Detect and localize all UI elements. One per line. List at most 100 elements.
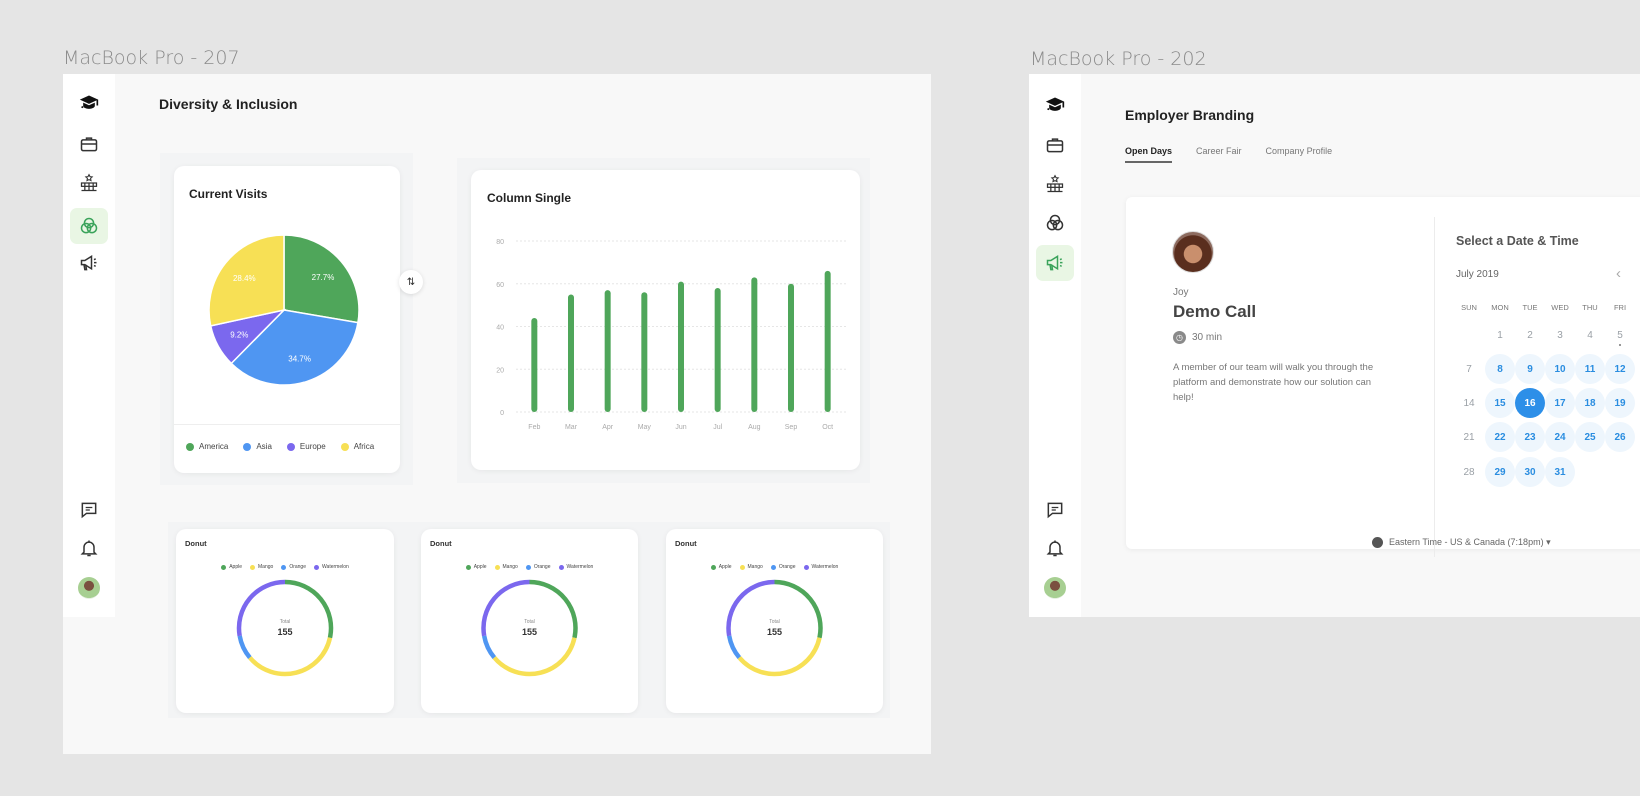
team-hierarchy-icon (1045, 174, 1065, 194)
donut-segment-orange[interactable] (726, 635, 742, 660)
calendar-day: 14 (1463, 397, 1475, 409)
legend-item-asia[interactable]: Asia (243, 442, 272, 451)
legend-item-mango[interactable]: Mango (739, 564, 763, 570)
bar-jun[interactable] (678, 281, 684, 412)
calendar-day[interactable]: 15 (1485, 388, 1515, 418)
user-avatar[interactable] (1036, 570, 1074, 606)
toggle-handle[interactable]: ⇅ (399, 270, 423, 294)
legend-item-watermelon[interactable]: Watermelon (558, 564, 593, 570)
bar-oct[interactable] (824, 270, 831, 412)
timezone-select[interactable]: Eastern Time - US & Canada (7:18pm) ▾ (1372, 537, 1551, 548)
legend-item-mango[interactable]: Mango (250, 564, 273, 570)
sidebar-item-jobs[interactable] (1036, 127, 1074, 163)
legend-item-africa[interactable]: Africa (340, 442, 375, 451)
sidebar-item-notifications[interactable] (1036, 530, 1074, 566)
sidebar-item-branding[interactable] (1036, 245, 1074, 281)
y-tick-label: 40 (496, 325, 504, 332)
donut-segment-orange[interactable] (237, 635, 252, 660)
legend-marker (558, 564, 564, 570)
calendar-day[interactable]: 22 (1485, 422, 1515, 452)
x-tick-label: Feb (528, 424, 540, 431)
donut-chart: Total 155 (481, 579, 578, 677)
pie-data-label: 27.7% (312, 273, 335, 282)
legend-item-apple[interactable]: Apple (465, 564, 487, 570)
calendar-day[interactable]: 12 (1605, 354, 1635, 384)
y-tick-label: 80 (496, 239, 504, 246)
legend-item-orange[interactable]: Orange (770, 564, 796, 570)
donut-card: Donut Apple Mango Orange Watermelon Total 155 (421, 529, 638, 713)
bell-icon (79, 538, 99, 558)
legend-item-mango[interactable]: Mango (494, 564, 518, 570)
graduation-cap-icon (1045, 95, 1065, 115)
calendar-day[interactable]: 11 (1575, 354, 1605, 384)
calendar-day[interactable]: 30 (1515, 457, 1545, 487)
calendar-day: 1 (1497, 329, 1503, 341)
calendar-day-selected[interactable]: 16 (1515, 388, 1545, 418)
legend-item-apple[interactable]: Apple (710, 564, 732, 570)
sidebar-item-diversity[interactable] (1036, 205, 1074, 241)
bar-jul[interactable] (714, 288, 721, 412)
frame-label: MacBook Pro - 207 (63, 47, 240, 69)
calendar-day[interactable]: 24 (1545, 422, 1575, 452)
pie-chart: 27.7% 34.7% 9.2% 28.4% (208, 234, 360, 386)
sidebar-item-team[interactable] (1036, 166, 1074, 202)
bar-mar[interactable] (568, 294, 574, 412)
legend-item-europe[interactable]: Europe (286, 442, 326, 451)
calendar-day[interactable]: 29 (1485, 457, 1515, 487)
bar-feb[interactable] (531, 317, 538, 412)
sidebar-item-notifications[interactable] (70, 530, 108, 566)
weekday-header: TUE (1522, 303, 1538, 312)
weekday-header: SUN (1461, 303, 1477, 312)
legend-label: Africa (353, 442, 375, 451)
donut-legend: Apple Mango Orange Watermelon (666, 564, 883, 570)
tab-open-days[interactable]: Open Days (1125, 146, 1173, 163)
legend-item-watermelon[interactable]: Watermelon (314, 564, 349, 570)
frame-employer-branding: Employer Branding Open Days Career Fair … (1029, 74, 1640, 617)
bar-apr[interactable] (604, 290, 611, 412)
donut-segment-mango[interactable] (737, 637, 822, 677)
calendar-day[interactable]: 9 (1515, 354, 1545, 384)
sidebar-item-jobs[interactable] (70, 126, 108, 162)
legend-item-apple[interactable]: Apple (221, 564, 242, 570)
legend-label: Watermelon (811, 564, 839, 570)
donut-segment-mango[interactable] (492, 637, 577, 677)
bar-aug[interactable] (751, 277, 758, 412)
calendar-day[interactable]: 18 (1575, 388, 1605, 418)
sidebar-item-home[interactable] (70, 85, 108, 121)
legend-marker (281, 564, 287, 570)
user-avatar[interactable] (70, 570, 108, 606)
calendar-day[interactable]: 25 (1575, 422, 1605, 452)
calendar-day[interactable]: 31 (1545, 457, 1575, 487)
calendar-day[interactable]: 10 (1545, 354, 1575, 384)
tabs: Open Days Career Fair Company Profile (1125, 146, 1332, 163)
legend-item-watermelon[interactable]: Watermelon (803, 564, 839, 570)
legend-marker (286, 442, 295, 451)
legend-marker (186, 442, 194, 451)
sidebar-item-messages[interactable] (70, 492, 108, 528)
donut-segment-mango[interactable] (248, 637, 333, 677)
sidebar-item-home[interactable] (1036, 87, 1074, 123)
legend-item-orange[interactable]: Orange (525, 564, 551, 570)
tab-company-profile[interactable]: Company Profile (1266, 146, 1333, 163)
calendar-day[interactable]: 26 (1605, 422, 1635, 452)
column-chart: 0 20 40 60 80 Feb Mar Apr May Jun Jul Aug Sep Oct (496, 239, 846, 431)
bar-may[interactable] (641, 292, 648, 412)
legend-item-america[interactable]: America (186, 442, 228, 451)
legend-item-orange[interactable]: Orange (281, 564, 306, 570)
tab-career-fair[interactable]: Career Fair (1196, 146, 1242, 163)
bar-sep[interactable] (788, 283, 794, 412)
sidebar-item-diversity[interactable] (70, 208, 108, 244)
megaphone-icon (1045, 253, 1065, 273)
calendar-day[interactable]: 19 (1605, 388, 1635, 418)
page-title: Diversity & Inclusion (159, 96, 298, 112)
calendar-day[interactable]: 23 (1515, 422, 1545, 452)
megaphone-icon (79, 253, 99, 273)
legend-label: Apple (473, 564, 487, 570)
calendar-day[interactable]: 17 (1545, 388, 1575, 418)
sidebar-item-team[interactable] (70, 165, 108, 201)
donut-segment-orange[interactable] (481, 635, 497, 660)
calendar-grid: SUNMONTUEWEDTHUFRISAT1234567891011121314… (1126, 197, 1640, 549)
sidebar-item-messages[interactable] (1036, 492, 1074, 528)
calendar-day[interactable]: 8 (1485, 354, 1515, 384)
sidebar-item-branding[interactable] (70, 245, 108, 281)
